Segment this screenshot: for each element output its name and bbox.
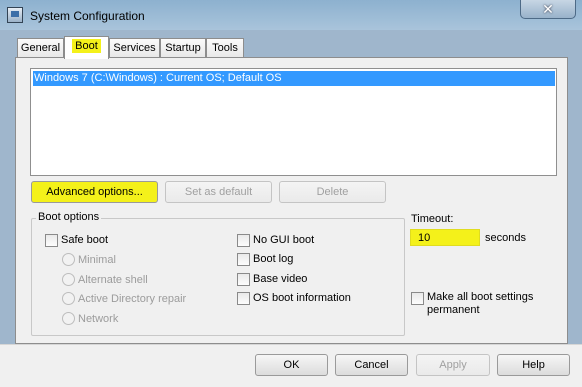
ad-repair-label: Active Directory repair [78, 293, 187, 305]
close-icon[interactable]: ✕ [520, 0, 576, 19]
minimal-radio[interactable] [62, 253, 75, 266]
alternate-shell-label: Alternate shell [78, 274, 148, 286]
no-gui-boot-checkbox[interactable] [237, 234, 250, 247]
os-boot-information-label: OS boot information [253, 292, 351, 304]
delete-button[interactable]: Delete [279, 181, 386, 203]
tab-services[interactable]: Services [109, 38, 160, 58]
tab-startup[interactable]: Startup [160, 38, 206, 58]
minimal-label: Minimal [78, 254, 116, 266]
window-title: System Configuration [30, 9, 145, 23]
tab-boot[interactable]: Boot [64, 36, 109, 59]
apply-button[interactable]: Apply [416, 354, 490, 376]
safe-boot-label: Safe boot [61, 234, 109, 246]
make-permanent-label-line1: Make all boot settings [427, 291, 534, 303]
timeout-label: Timeout: [411, 213, 454, 225]
tab-boot-label: Boot [72, 39, 101, 53]
ad-repair-radio[interactable] [62, 292, 75, 305]
ok-button[interactable]: OK [255, 354, 328, 376]
network-radio[interactable] [62, 312, 75, 325]
os-boot-information-checkbox[interactable] [237, 292, 250, 305]
base-video-checkbox[interactable] [237, 273, 250, 286]
os-list-item-windows7[interactable]: Windows 7 (C:\Windows) : Current OS; Def… [33, 71, 555, 86]
msconfig-app-icon [7, 7, 23, 23]
tab-general[interactable]: General [17, 38, 64, 58]
boot-log-checkbox[interactable] [237, 253, 250, 266]
boot-log-label: Boot log [253, 253, 294, 265]
timeout-input[interactable]: 10 [410, 229, 480, 246]
make-permanent-label-line2: permanent [427, 304, 480, 316]
advanced-options-button[interactable]: Advanced options... [31, 181, 158, 203]
network-label: Network [78, 313, 119, 325]
set-as-default-button[interactable]: Set as default [165, 181, 272, 203]
base-video-label: Base video [253, 273, 308, 285]
timeout-unit-label: seconds [485, 232, 526, 244]
make-permanent-checkbox[interactable] [411, 292, 424, 305]
tab-tools[interactable]: Tools [206, 38, 244, 58]
boot-options-title: Boot options [36, 211, 102, 223]
cancel-button[interactable]: Cancel [335, 354, 408, 376]
safe-boot-checkbox[interactable] [45, 234, 58, 247]
no-gui-boot-label: No GUI boot [253, 234, 315, 246]
alternate-shell-radio[interactable] [62, 273, 75, 286]
help-button[interactable]: Help [497, 354, 570, 376]
